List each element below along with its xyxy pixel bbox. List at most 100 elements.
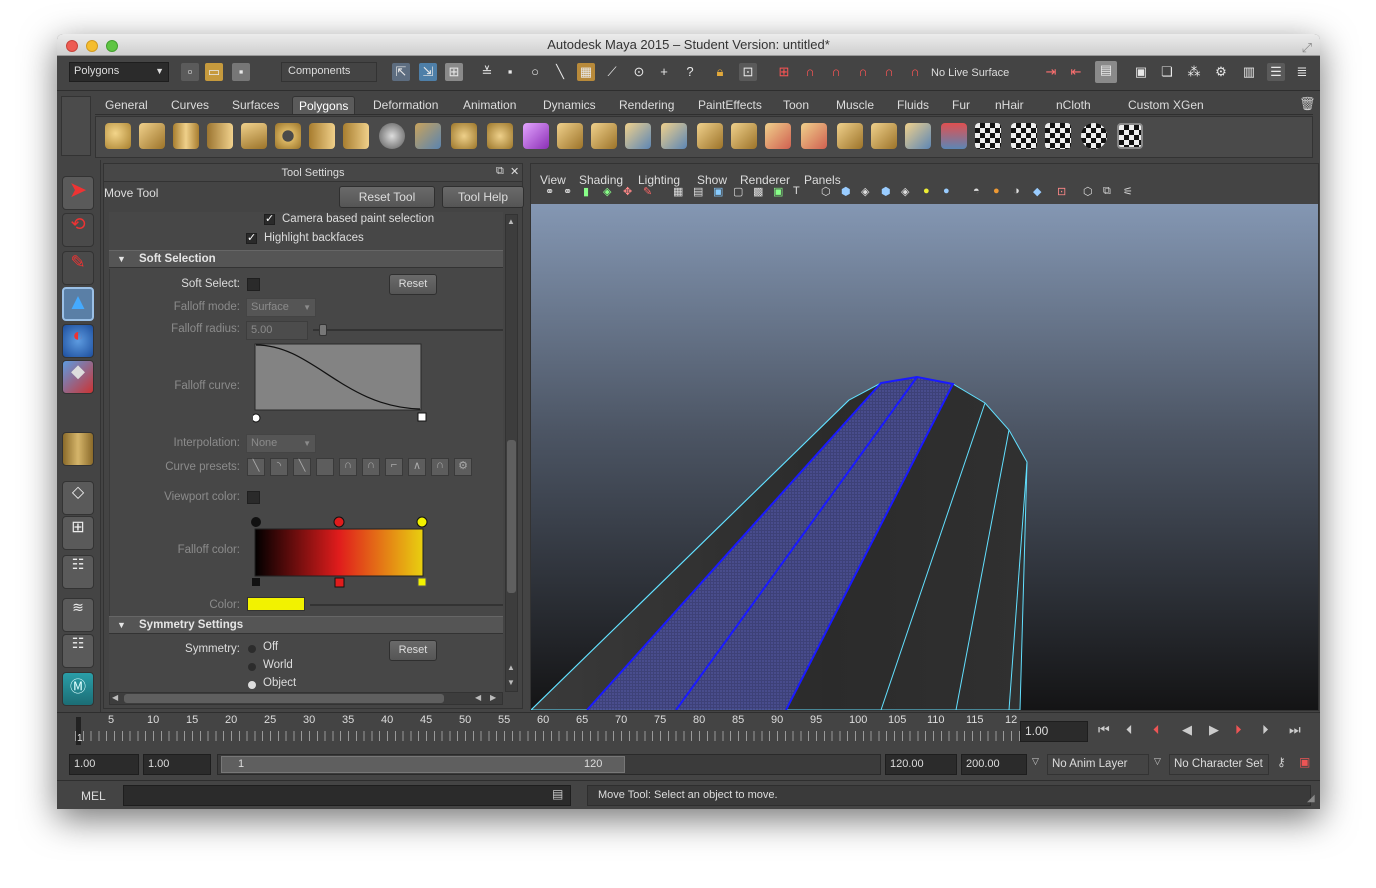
misc-mask-icon[interactable]: ?: [681, 63, 699, 81]
outliner-layout-icon[interactable]: ☷: [62, 555, 94, 589]
uv-mask-icon[interactable]: ⟋: [603, 63, 621, 81]
motion-blur-icon[interactable]: ◓: [973, 185, 980, 197]
dope-sheet-layout-icon[interactable]: ☷: [62, 634, 94, 668]
bridge-icon[interactable]: [661, 123, 687, 149]
face-mask-icon[interactable]: ▦: [577, 63, 595, 81]
float-panel-icon[interactable]: ⧉: [496, 165, 504, 178]
range-slider-handle[interactable]: [221, 756, 625, 773]
settings-vertical-scrollbar[interactable]: ▲ ▲ ▼: [505, 214, 518, 692]
safe-action-icon[interactable]: ▣: [773, 185, 783, 198]
combine-icon[interactable]: [415, 123, 441, 149]
isolate-select-icon[interactable]: ⊡: [1057, 185, 1066, 198]
close-panel-icon[interactable]: ✕: [510, 165, 519, 178]
scroll-right-icon[interactable]: ▶: [490, 693, 496, 702]
snap-surface-icon[interactable]: ∩: [880, 63, 898, 81]
merge-vertices-icon[interactable]: [871, 123, 897, 149]
close-button[interactable]: [66, 40, 78, 52]
wireframe-on-shaded-icon[interactable]: ◈: [861, 185, 869, 198]
step-forward-frame-icon[interactable]: ⏵: [1235, 722, 1242, 738]
lasso-tool-icon[interactable]: ⟲: [62, 213, 94, 247]
symmetry-off-radio[interactable]: [248, 645, 256, 653]
snap-point-icon[interactable]: ∩: [827, 63, 845, 81]
ramp-point-yellow[interactable]: [416, 516, 428, 528]
anim-layer-dropdown-arrow-icon[interactable]: ▽: [1032, 756, 1039, 767]
tab-muscle[interactable]: Muscle: [830, 96, 880, 114]
anim-layer-field[interactable]: No Anim Layer: [1047, 754, 1149, 775]
insert-edge-loop-icon[interactable]: [801, 123, 827, 149]
ramp-marker-red[interactable]: [334, 577, 345, 588]
preset-waves-icon[interactable]: ∩: [362, 458, 380, 476]
point-mask-icon[interactable]: ▪: [501, 63, 519, 81]
offset-edge-loop-icon[interactable]: [837, 123, 863, 149]
select-hierarchy-icon[interactable]: ⇱: [392, 63, 410, 81]
move-tool-icon[interactable]: ▲: [62, 287, 94, 321]
preset-double-ring-icon[interactable]: ∩: [431, 458, 449, 476]
shelf-menu-handle[interactable]: [61, 96, 91, 156]
bookmarks-icon[interactable]: ▮: [583, 185, 589, 198]
last-tool-used-icon[interactable]: [62, 432, 94, 466]
attribute-editor-icon[interactable]: ☰: [1267, 63, 1285, 81]
script-language-label[interactable]: MEL: [81, 789, 106, 803]
preset-ring-icon[interactable]: ∧: [408, 458, 426, 476]
poly-sphere-icon[interactable]: [105, 123, 131, 149]
append-polygon-icon[interactable]: [731, 123, 757, 149]
tab-rendering[interactable]: Rendering: [613, 96, 680, 114]
animation-start-field[interactable]: 1.00: [69, 754, 139, 775]
pick-mask-icon[interactable]: ≚: [478, 63, 496, 81]
tab-fur[interactable]: Fur: [946, 96, 976, 114]
wireframe-icon[interactable]: ⬡: [821, 185, 831, 198]
screen-space-ao-icon[interactable]: ●: [943, 185, 950, 197]
character-set-dropdown-arrow-icon[interactable]: ▽: [1154, 756, 1161, 767]
make-live-icon[interactable]: ∩: [906, 63, 924, 81]
playback-start-field[interactable]: 1.00: [143, 754, 211, 775]
preset-bell-icon[interactable]: ∩: [339, 458, 357, 476]
uv-editor-icon[interactable]: [1117, 123, 1143, 149]
menu-set-dropdown[interactable]: Polygons ▼: [69, 62, 169, 82]
shadows-icon[interactable]: ●: [923, 185, 930, 197]
bevel-icon[interactable]: [697, 123, 723, 149]
textured-icon[interactable]: ⬢: [881, 185, 891, 198]
tab-deformation[interactable]: Deformation: [367, 96, 444, 114]
vertical-scroll-thumb[interactable]: [507, 440, 516, 593]
poly-pyramid-icon[interactable]: [309, 123, 335, 149]
tab-xgen[interactable]: XGen: [1167, 96, 1210, 114]
two-d-pan-icon[interactable]: ✥: [623, 185, 632, 198]
ramp-marker-yellow[interactable]: [417, 577, 427, 587]
single-perspective-layout-icon[interactable]: ◇: [62, 481, 94, 515]
symmetry-reset-button[interactable]: Reset: [389, 640, 437, 661]
poly-cube-icon[interactable]: [139, 123, 165, 149]
playback-end-field[interactable]: 120.00: [885, 754, 957, 775]
preset-smooth-icon[interactable]: ◝: [270, 458, 288, 476]
highlight-backfaces-checkbox[interactable]: ✓: [246, 233, 257, 244]
ramp-marker-black[interactable]: [252, 578, 260, 586]
ipr-render-icon[interactable]: ⁂: [1185, 63, 1203, 81]
interpolation-dropdown[interactable]: None ▼: [246, 434, 316, 453]
script-editor-icon[interactable]: ▤: [552, 787, 563, 801]
reset-tool-button[interactable]: Reset Tool: [339, 186, 435, 208]
symmetry-world-radio[interactable]: [248, 663, 256, 671]
save-scene-icon[interactable]: ▪: [232, 63, 250, 81]
shelf-trash-icon[interactable]: 🗑︎: [1299, 96, 1316, 112]
tab-curves[interactable]: Curves: [165, 96, 215, 114]
preset-steps-icon[interactable]: ⌐: [385, 458, 403, 476]
falloff-mode-dropdown[interactable]: Surface ▼: [246, 298, 316, 317]
camera-based-checkbox[interactable]: ✓: [264, 214, 275, 225]
scale-tool-icon[interactable]: ◆: [62, 360, 94, 394]
soft-select-reset-button[interactable]: Reset: [389, 274, 437, 295]
snap-curve-icon[interactable]: ∩: [801, 63, 819, 81]
step-back-key-icon[interactable]: ⏴: [1126, 722, 1133, 738]
extrude-icon[interactable]: [625, 123, 651, 149]
channel-box-icon[interactable]: ≣: [1293, 63, 1311, 81]
tab-general[interactable]: General: [99, 96, 154, 114]
scroll-bottom-icon[interactable]: ▼: [507, 678, 515, 687]
field-chart-icon[interactable]: ▩: [753, 185, 763, 198]
tab-fluids[interactable]: Fluids: [891, 96, 935, 114]
uv-spherical-icon[interactable]: [1045, 123, 1071, 149]
tab-ncloth[interactable]: nCloth: [1050, 96, 1097, 114]
hypershade-icon[interactable]: ▥: [1240, 63, 1258, 81]
scroll-down-icon[interactable]: ▲: [507, 663, 515, 672]
output-ops-icon[interactable]: ⇤: [1067, 63, 1085, 81]
horizontal-scroll-thumb[interactable]: [124, 694, 444, 703]
color-slider-track[interactable]: [310, 604, 503, 606]
color-swatch[interactable]: [247, 597, 305, 611]
